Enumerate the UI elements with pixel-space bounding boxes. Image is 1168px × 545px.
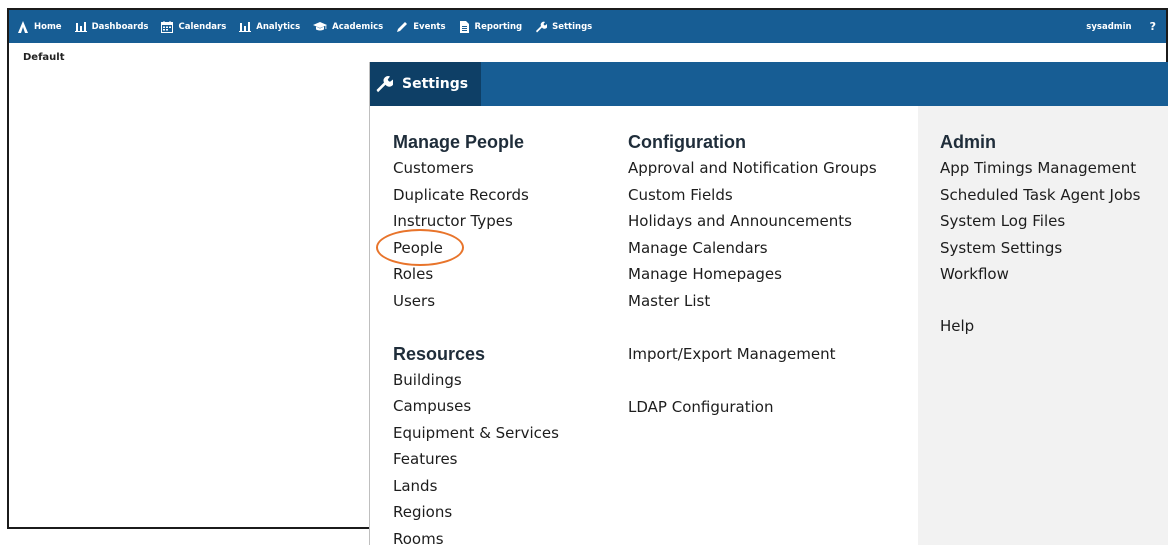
settings-tab[interactable]: Settings — [370, 62, 481, 106]
heading-resources: Resources — [393, 343, 486, 364]
link-master-list[interactable]: Master List — [628, 288, 877, 315]
settings-header-bar: Settings — [370, 62, 1168, 106]
heading-manage-people: Manage People — [393, 132, 525, 152]
document-icon — [459, 20, 469, 33]
link-holidays-announcements[interactable]: Holidays and Announcements — [628, 208, 877, 235]
top-nav-bar: Home Dashboards Calendars Analytics Acad… — [9, 10, 1166, 43]
link-people[interactable]: People — [393, 235, 559, 262]
nav-home-label: Home — [34, 21, 62, 32]
column-admin: Admin App Timings Management Scheduled T… — [940, 129, 1140, 339]
settings-menu-panel: Settings Manage People Customers Duplica… — [369, 62, 1168, 545]
link-ldap-configuration[interactable]: LDAP Configuration — [628, 394, 877, 421]
link-users[interactable]: Users — [393, 288, 559, 315]
heading-admin: Admin — [940, 132, 996, 152]
link-scheduled-task-agent-jobs[interactable]: Scheduled Task Agent Jobs — [940, 182, 1140, 209]
link-rooms[interactable]: Rooms — [393, 526, 559, 545]
link-import-export-management[interactable]: Import/Export Management — [628, 341, 877, 368]
nav-analytics[interactable]: Analytics — [239, 21, 300, 32]
nav-analytics-label: Analytics — [256, 21, 301, 32]
link-approval-notification-groups[interactable]: Approval and Notification Groups — [628, 155, 877, 182]
nav-academics[interactable]: Academics — [313, 21, 383, 32]
nav-dashboards[interactable]: Dashboards — [74, 21, 149, 32]
nav-calendars[interactable]: Calendars — [161, 20, 227, 33]
nav-calendars-label: Calendars — [178, 21, 227, 32]
link-system-settings[interactable]: System Settings — [940, 235, 1140, 262]
nav-reporting[interactable]: Reporting — [459, 20, 523, 33]
link-features[interactable]: Features — [393, 446, 559, 473]
nav-academics-label: Academics — [332, 21, 384, 32]
column-configuration: Configuration Approval and Notification … — [628, 129, 877, 420]
bar-chart-icon — [74, 22, 87, 32]
link-system-log-files[interactable]: System Log Files — [940, 208, 1140, 235]
link-help[interactable]: Help — [940, 313, 1140, 340]
column-people-resources: Manage People Customers Duplicate Record… — [393, 129, 559, 545]
link-roles[interactable]: Roles — [393, 261, 559, 288]
user-menu[interactable]: sysadmin — [1086, 22, 1131, 32]
link-customers[interactable]: Customers — [393, 155, 559, 182]
nav-settings[interactable]: Settings — [535, 21, 592, 33]
nav-settings-label: Settings — [552, 21, 593, 32]
heading-configuration: Configuration — [628, 132, 746, 152]
link-regions[interactable]: Regions — [393, 499, 559, 526]
help-button[interactable]: ? — [1150, 20, 1156, 33]
nav-dashboards-label: Dashboards — [91, 21, 149, 32]
link-custom-fields[interactable]: Custom Fields — [628, 182, 877, 209]
pen-icon — [397, 21, 408, 32]
nav-right-group: sysadmin ? — [1086, 10, 1156, 43]
nav-reporting-label: Reporting — [474, 21, 523, 32]
wrench-icon — [376, 76, 393, 93]
link-workflow[interactable]: Workflow — [940, 261, 1140, 288]
link-manage-homepages[interactable]: Manage Homepages — [628, 261, 877, 288]
link-equipment-services[interactable]: Equipment & Services — [393, 420, 559, 447]
logo-icon — [18, 20, 28, 33]
wrench-icon — [536, 21, 548, 32]
bar-chart-icon — [239, 22, 252, 32]
page-label: Default — [23, 52, 65, 63]
link-campuses[interactable]: Campuses — [393, 393, 559, 420]
link-manage-calendars[interactable]: Manage Calendars — [628, 235, 877, 262]
link-buildings[interactable]: Buildings — [393, 367, 559, 394]
calendar-icon — [161, 20, 174, 33]
nav-events[interactable]: Events — [396, 21, 446, 33]
nav-home[interactable]: Home — [17, 20, 62, 33]
graduation-cap-icon — [313, 22, 328, 31]
nav-events-label: Events — [413, 21, 446, 32]
link-duplicate-records[interactable]: Duplicate Records — [393, 182, 559, 209]
link-lands[interactable]: Lands — [393, 473, 559, 500]
link-instructor-types[interactable]: Instructor Types — [393, 208, 559, 235]
link-app-timings-management[interactable]: App Timings Management — [940, 155, 1140, 182]
settings-tab-label: Settings — [402, 76, 469, 92]
